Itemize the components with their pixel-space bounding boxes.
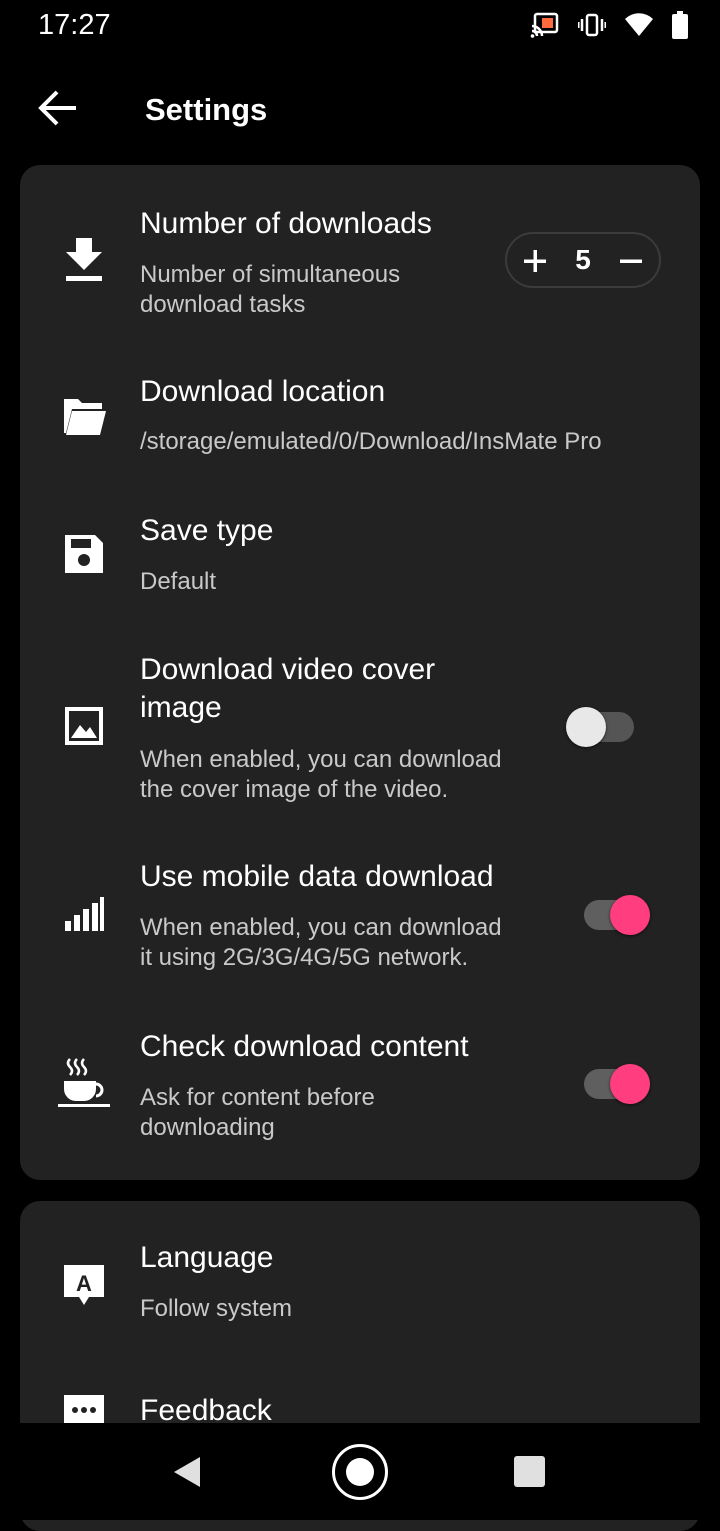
status-bar: 17:27 — [0, 0, 720, 54]
nav-back-icon[interactable] — [172, 1456, 202, 1493]
nav-home-icon[interactable] — [332, 1444, 388, 1500]
increment-button[interactable] — [523, 248, 547, 272]
video-cover-toggle[interactable] — [566, 707, 634, 747]
setting-subtitle: Ask for content before — [140, 1084, 375, 1111]
svg-text:A: A — [76, 1271, 92, 1296]
cast-icon — [530, 12, 560, 43]
setting-subtitle: /storage/emulated/0/Download/InsMate Pro — [140, 428, 602, 455]
setting-subtitle: Number of simultaneous — [140, 261, 401, 288]
setting-language[interactable]: A Language Follow system — [20, 1221, 700, 1361]
setting-subtitle: the cover image of the video. — [140, 776, 449, 803]
setting-title: Download location — [140, 375, 386, 408]
image-icon — [60, 702, 108, 750]
save-icon — [60, 530, 108, 578]
setting-subtitle: download tasks — [140, 291, 306, 318]
check-content-toggle[interactable] — [584, 1064, 650, 1104]
setting-subtitle: When enabled, you can download — [140, 746, 502, 773]
app-bar: Settings — [0, 70, 720, 150]
toggle-thumb — [610, 1064, 650, 1104]
arrow-back-icon — [38, 90, 78, 131]
decrement-button[interactable] — [619, 248, 643, 272]
nav-recents-icon[interactable] — [514, 1456, 545, 1487]
page-title: Settings — [145, 92, 268, 127]
setting-title: Number of downloads — [140, 207, 432, 240]
language-icon: A — [60, 1261, 108, 1309]
plus-icon — [523, 248, 547, 279]
navigation-bar — [0, 1423, 720, 1520]
setting-title: Language — [140, 1241, 274, 1274]
downloads-count: 5 — [575, 244, 591, 275]
signal-bars-icon — [60, 890, 108, 938]
setting-title: Check download content — [140, 1030, 469, 1063]
status-icons — [530, 10, 688, 44]
minus-icon — [619, 248, 643, 279]
nav-home-dot — [346, 1458, 374, 1486]
setting-title: image — [140, 691, 222, 724]
wifi-icon — [624, 12, 654, 42]
setting-subtitle: downloading — [140, 1114, 275, 1141]
setting-title: Use mobile data download — [140, 860, 494, 893]
setting-title: Download video cover — [140, 653, 436, 686]
downloads-stepper: 5 — [505, 232, 661, 288]
status-time: 17:27 — [38, 9, 111, 41]
setting-subtitle: When enabled, you can download — [140, 914, 502, 941]
setting-subtitle: it using 2G/3G/4G/5G network. — [140, 944, 469, 971]
folder-icon — [60, 391, 108, 439]
setting-video-cover: Download video cover image When enabled,… — [20, 645, 700, 815]
setting-subtitle: Follow system — [140, 1295, 293, 1322]
back-button[interactable] — [30, 82, 86, 138]
toggle-thumb — [610, 895, 650, 935]
setting-number-of-downloads: Number of downloads Number of simultaneo… — [20, 165, 700, 325]
download-icon — [60, 237, 108, 285]
battery-icon — [672, 10, 688, 44]
toggle-thumb — [566, 707, 606, 747]
download-settings-card: Number of downloads Number of simultaneo… — [20, 165, 700, 1180]
setting-title: Save type — [140, 514, 274, 547]
coffee-cup-icon — [56, 1055, 112, 1111]
setting-check-content: Check download content Ask for content b… — [20, 1025, 700, 1155]
setting-subtitle: Default — [140, 568, 217, 595]
mobile-data-toggle[interactable] — [584, 895, 650, 935]
setting-mobile-data: Use mobile data download When enabled, y… — [20, 855, 700, 985]
setting-save-type[interactable]: Save type Default — [20, 495, 700, 615]
setting-download-location[interactable]: Download location /storage/emulated/0/Do… — [20, 355, 700, 475]
vibrate-icon — [577, 13, 607, 42]
